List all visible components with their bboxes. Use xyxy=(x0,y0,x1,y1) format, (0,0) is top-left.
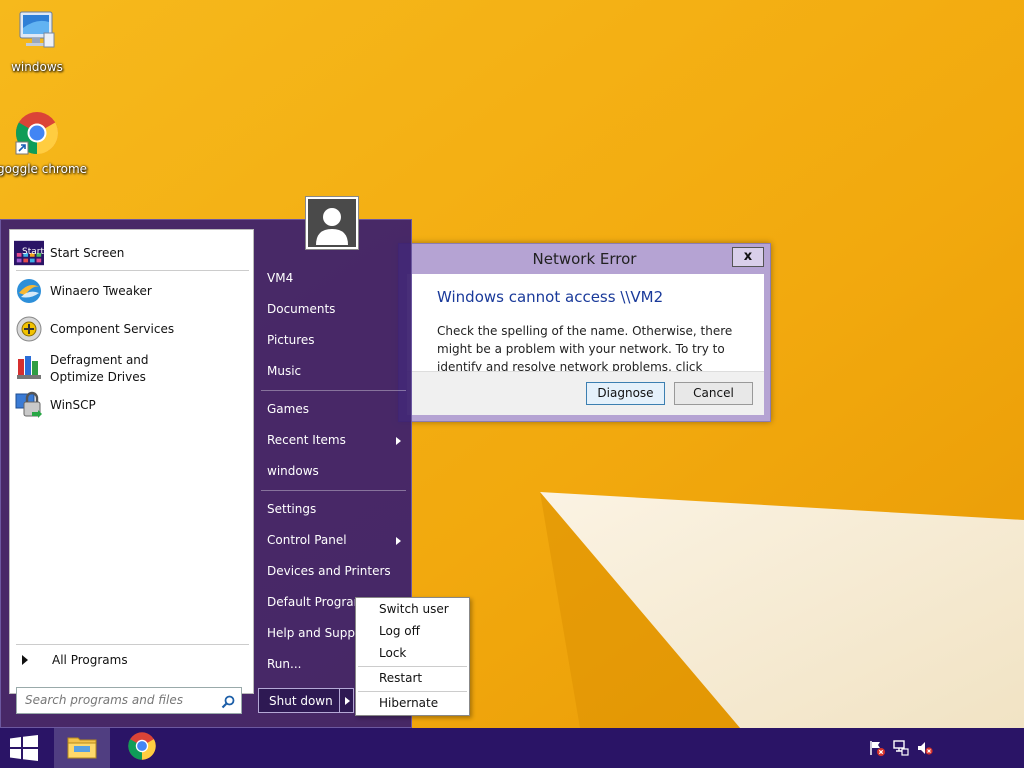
taskbar-chrome[interactable] xyxy=(114,728,170,768)
defragment-icon xyxy=(14,352,44,382)
menu-item-lock[interactable]: Lock xyxy=(379,646,406,660)
program-defragment-and-optimize-drives[interactable]: Defragment and Optimize Drives xyxy=(14,352,200,386)
search-placeholder: Search programs and files xyxy=(25,693,183,707)
menu-item-music[interactable]: Music xyxy=(267,364,301,378)
volume-muted-icon[interactable] xyxy=(917,740,933,760)
menu-item-games[interactable]: Games xyxy=(267,402,309,416)
avatar[interactable] xyxy=(305,196,359,250)
dialog-footer: Diagnose Cancel xyxy=(407,371,764,415)
windows-logo-icon xyxy=(10,735,38,761)
menu-item-pictures[interactable]: Pictures xyxy=(267,333,315,347)
start-screen-icon: Start xyxy=(14,238,44,268)
start-button[interactable] xyxy=(9,735,39,765)
program-label: WinSCP xyxy=(50,398,96,412)
menu-item-hibernate[interactable]: Hibernate xyxy=(379,696,438,710)
program-label: Component Services xyxy=(50,322,175,336)
program-start-screen[interactable]: Start Start Screen xyxy=(14,238,124,268)
computer-icon xyxy=(14,8,60,58)
taskbar xyxy=(0,728,1024,768)
winaero-tweaker-icon xyxy=(14,276,44,306)
divider xyxy=(358,691,467,692)
start-menu: Start Start Screen Winaero Tweaker Compo… xyxy=(0,219,412,728)
search-icon[interactable] xyxy=(221,693,235,718)
program-label: Defragment and Optimize Drives xyxy=(50,353,149,384)
winscp-icon xyxy=(14,390,44,420)
menu-item-control-panel[interactable]: Control Panel xyxy=(267,533,347,547)
component-services-icon xyxy=(14,314,44,344)
all-programs-label: All Programs xyxy=(52,653,128,667)
menu-item-run[interactable]: Run... xyxy=(267,657,301,671)
desktop-icon-label: goggle chrome xyxy=(0,162,88,176)
chevron-right-icon xyxy=(396,537,401,545)
menu-item-switch-user[interactable]: Switch user xyxy=(379,602,449,616)
divider xyxy=(16,270,249,271)
dialog-title: Network Error xyxy=(532,250,637,268)
divider xyxy=(16,644,249,645)
close-button[interactable]: x xyxy=(732,247,764,267)
divider xyxy=(261,490,406,491)
divider xyxy=(261,390,406,391)
shut-down-label: Shut down xyxy=(269,694,333,708)
menu-item-recent-items[interactable]: Recent Items xyxy=(267,433,346,447)
file-explorer-icon xyxy=(66,732,98,764)
chevron-right-icon xyxy=(396,437,401,445)
menu-item-vm4[interactable]: VM4 xyxy=(267,271,293,285)
network-icon[interactable] xyxy=(893,740,909,760)
menu-item-settings[interactable]: Settings xyxy=(267,502,316,516)
shut-down-button[interactable]: Shut down xyxy=(258,688,354,713)
program-component-services[interactable]: Component Services xyxy=(14,314,174,344)
program-winaero-tweaker[interactable]: Winaero Tweaker xyxy=(14,276,152,306)
menu-item-devices-and-printers[interactable]: Devices and Printers xyxy=(267,564,391,578)
chrome-icon xyxy=(14,110,60,160)
program-label: Start Screen xyxy=(50,246,125,260)
menu-item-documents[interactable]: Documents xyxy=(267,302,335,316)
action-center-flag-icon[interactable] xyxy=(869,740,885,760)
dialog-body: Windows cannot access \\VM2 Check the sp… xyxy=(407,274,764,392)
menu-item-windows[interactable]: windows xyxy=(267,464,319,478)
chrome-icon xyxy=(127,731,157,765)
shut-down-options-button[interactable] xyxy=(339,689,354,712)
desktop-icon-goggle-chrome[interactable]: goggle chrome xyxy=(0,110,88,176)
cancel-button[interactable]: Cancel xyxy=(674,382,753,405)
power-options-menu: Switch user Log off Lock Restart Hiberna… xyxy=(355,597,470,716)
desktop-icon-windows[interactable]: windows xyxy=(0,8,77,74)
search-input[interactable]: Search programs and files xyxy=(16,687,242,714)
program-winscp[interactable]: WinSCP xyxy=(14,390,96,420)
start-menu-programs-pane: Start Start Screen Winaero Tweaker Compo… xyxy=(9,229,254,694)
user-icon xyxy=(308,199,356,247)
menu-item-restart[interactable]: Restart xyxy=(379,671,422,685)
dialog-heading: Windows cannot access \\VM2 xyxy=(437,288,664,306)
arrow-right-icon xyxy=(22,655,28,665)
divider xyxy=(358,666,467,667)
program-label: Winaero Tweaker xyxy=(50,284,152,298)
menu-item-log-off[interactable]: Log off xyxy=(379,624,420,638)
chevron-right-icon xyxy=(345,697,350,705)
taskbar-file-explorer[interactable] xyxy=(54,728,110,768)
network-error-dialog: Network Error x Windows cannot access \\… xyxy=(398,243,771,422)
start-tile-text: Start xyxy=(22,247,44,257)
desktop-icon-label: windows xyxy=(11,60,63,74)
all-programs-button[interactable]: All Programs xyxy=(18,653,128,667)
diagnose-button[interactable]: Diagnose xyxy=(586,382,665,405)
